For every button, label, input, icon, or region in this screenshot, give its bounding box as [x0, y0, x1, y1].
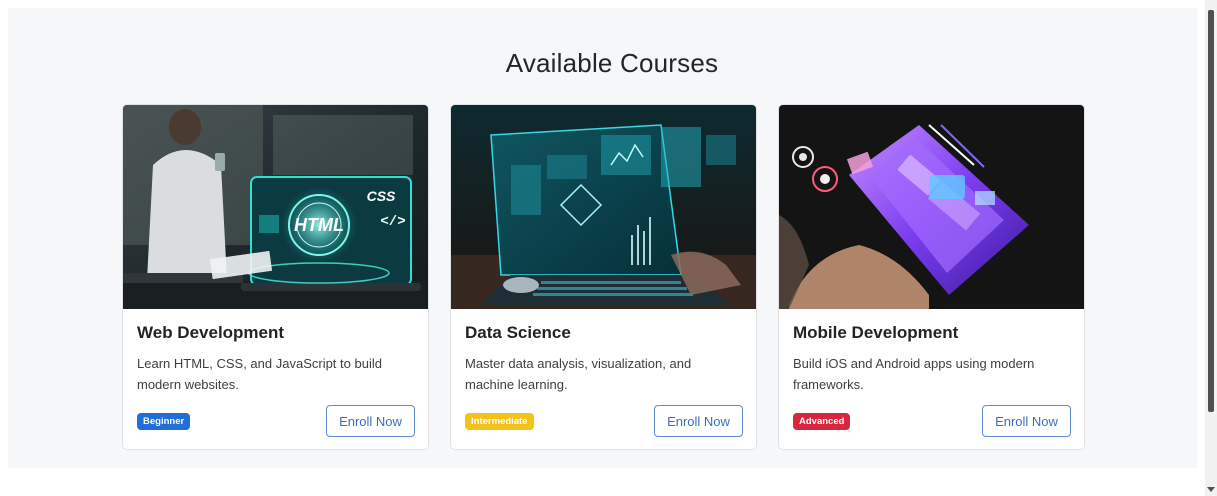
image-text-css: CSS: [367, 188, 396, 204]
course-image-web-development: HTML CSS </>: [123, 105, 428, 309]
page-heading: Available Courses: [505, 48, 719, 78]
enroll-button[interactable]: Enroll Now: [654, 405, 743, 437]
course-description: Build iOS and Android apps using modern …: [793, 356, 1035, 392]
course-description: Learn HTML, CSS, and JavaScript to build…: [137, 356, 382, 392]
vertical-scrollbar[interactable]: [1205, 0, 1217, 496]
enroll-button[interactable]: Enroll Now: [326, 405, 415, 437]
level-badge: Intermediate: [465, 413, 534, 430]
course-card-data-science: Data Science Master data analysis, visua…: [450, 104, 757, 450]
svg-text:</>: </>: [380, 214, 405, 230]
level-badge: Beginner: [137, 413, 191, 430]
course-title: Web Development: [137, 323, 285, 342]
course-card-web-development: HTML CSS </> Web Development Learn HTML,…: [122, 104, 429, 450]
course-card-mobile-development: Mobile Development Build iOS and Android…: [778, 104, 1085, 450]
image-text-html: HTML: [294, 215, 344, 235]
level-badge: Advanced: [793, 413, 851, 430]
course-image-mobile-development: [779, 105, 1084, 309]
courses-section: Available Courses HTML CSS </> Web Devel…: [8, 8, 1197, 468]
course-title: Mobile Development: [793, 323, 959, 342]
course-image-data-science: [451, 105, 756, 309]
scrollbar-thumb[interactable]: [1208, 10, 1214, 412]
course-description: Master data analysis, visualization, and…: [465, 356, 692, 392]
page-viewport: Available Courses HTML CSS </> Web Devel…: [0, 0, 1217, 496]
course-title: Data Science: [465, 323, 571, 342]
enroll-button[interactable]: Enroll Now: [982, 405, 1071, 437]
scroll-down-arrow-icon[interactable]: [1207, 487, 1215, 492]
